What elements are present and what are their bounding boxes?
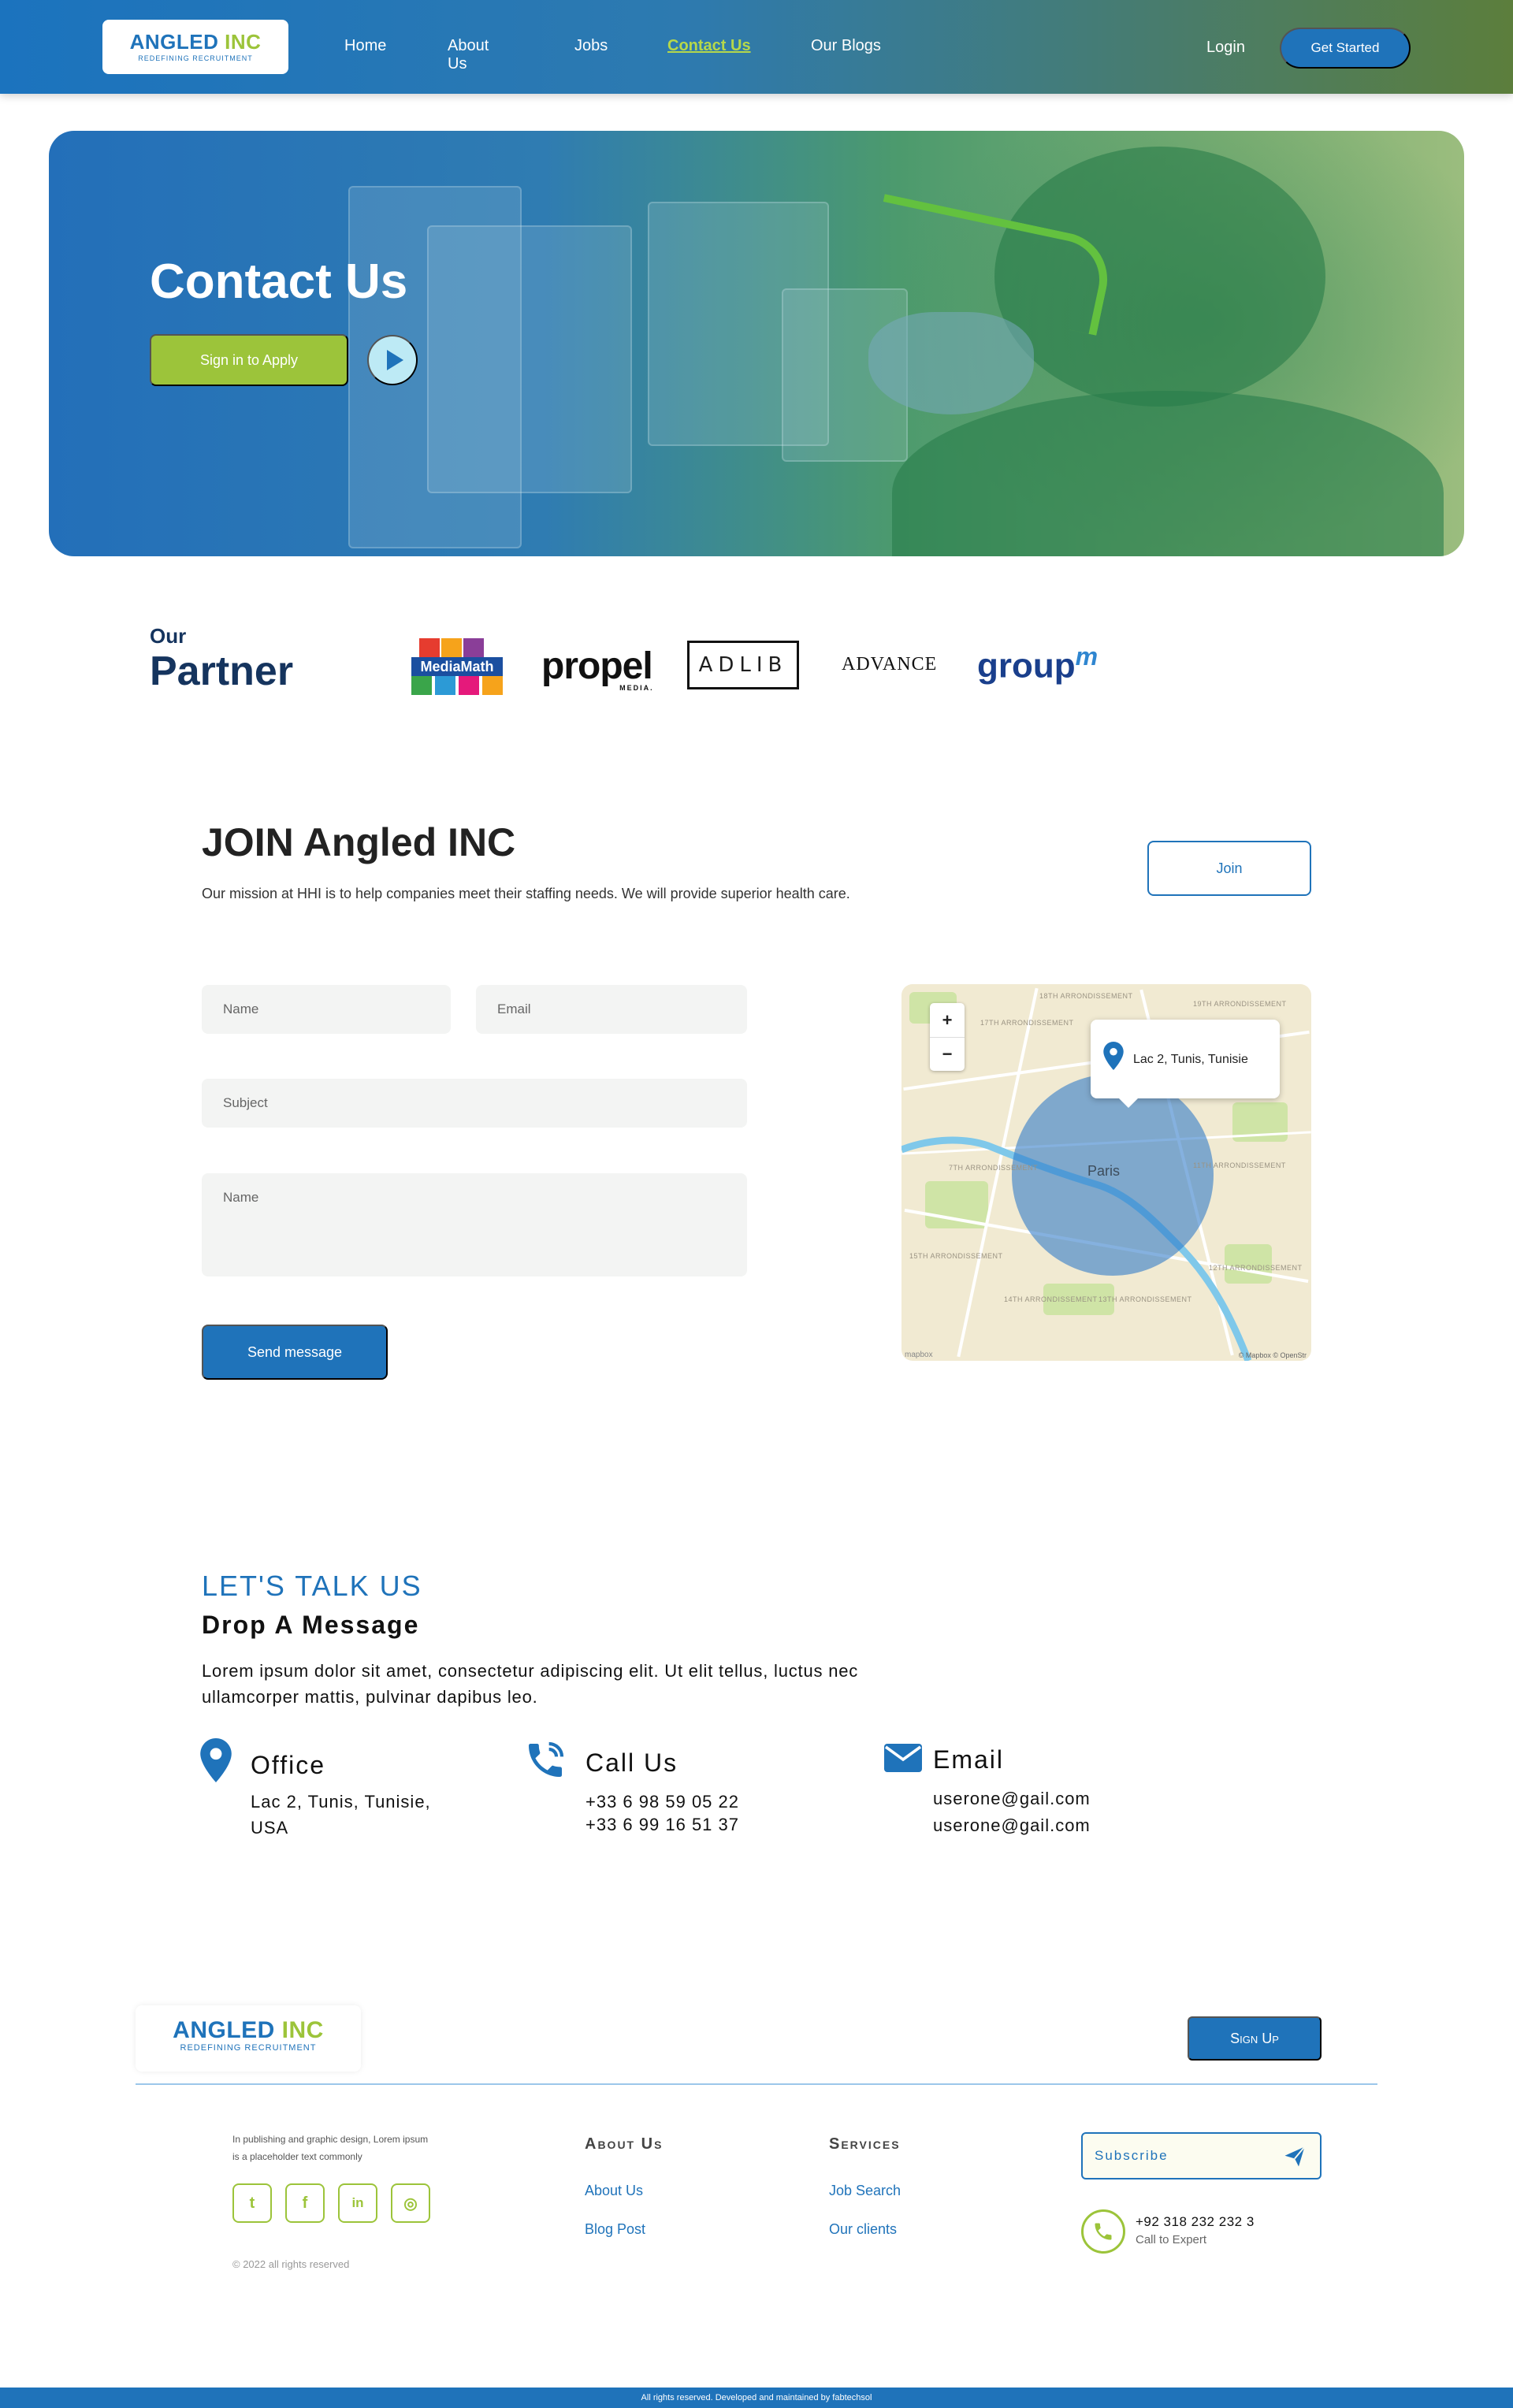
nav-about-us[interactable]: About Us: [448, 37, 489, 73]
message-textarea[interactable]: Name: [202, 1173, 747, 1276]
office-address-line1: Lac 2, Tunis, Tunisie,: [251, 1792, 431, 1812]
page-title: Contact Us: [150, 255, 408, 309]
phone-icon: [1095, 2223, 1112, 2240]
subscribe-label: Subscribe: [1095, 2148, 1169, 2163]
join-description: Our mission at HHI is to help companies …: [202, 886, 850, 901]
facebook-icon[interactable]: f: [285, 2183, 325, 2223]
location-map[interactable]: Paris 18TH ARRONDISSEMENT 17TH ARRONDISS…: [901, 984, 1311, 1361]
mapbox-logo: mapbox: [905, 1351, 933, 1359]
envelope-icon: [884, 1744, 922, 1772]
map-city-label: Paris: [1087, 1163, 1121, 1179]
footer-link-job-search[interactable]: Job Search: [829, 2183, 901, 2199]
office-title: Office: [251, 1751, 325, 1779]
nav-contact-us[interactable]: Contact Us: [667, 37, 751, 55]
sign-in-to-apply-button[interactable]: Sign in to Apply: [150, 334, 348, 386]
login-link[interactable]: Login: [1206, 39, 1245, 57]
hero-photo-mask: [868, 312, 1034, 414]
map-district-label: 12TH ARRONDISSEMENT: [1209, 1264, 1303, 1272]
talk-description: Lorem ipsum dolor sit amet, consectetur …: [202, 1661, 859, 1707]
map-popup-address: Lac 2, Tunis, Tunisie: [1133, 1053, 1248, 1066]
footer-logo[interactable]: ANGLED INC REDEFINING RECRUITMENT: [136, 2005, 361, 2072]
footer-phone-number[interactable]: +92 318 232 232 3: [1136, 2214, 1255, 2230]
join-title: JOIN Angled INC: [202, 820, 516, 864]
footer-services-heading: Services: [829, 2135, 901, 2153]
send-message-button[interactable]: Send message: [202, 1325, 388, 1380]
bottom-credit-bar: All rights reserved. Developed and maint…: [0, 2388, 1513, 2408]
email-address-2[interactable]: userone@gail.com: [933, 1812, 1091, 1839]
join-button[interactable]: Join: [1147, 841, 1311, 896]
play-icon: [386, 350, 403, 370]
partners-kicker: Our: [150, 624, 187, 648]
brand-logo-text: ANGLED INC: [129, 30, 262, 54]
partners-title: Partner: [150, 648, 294, 694]
nav-jobs[interactable]: Jobs: [574, 37, 608, 55]
map-district-label: 13TH ARRONDISSEMENT: [1099, 1295, 1192, 1303]
map-location-popup: Lac 2, Tunis, Tunisie: [1091, 1020, 1280, 1108]
nav-our-blogs[interactable]: Our Blogs: [811, 37, 881, 55]
brand-logo[interactable]: ANGLED INC REDEFINING RECRUITMENT: [102, 20, 288, 74]
map-attribution[interactable]: © Mapbox © OpenStr: [1239, 1351, 1307, 1359]
partner-logo-propel: propel MEDIA.: [541, 645, 654, 692]
call-phone-2[interactable]: +33 6 99 16 51 37: [585, 1812, 739, 1838]
footer-divider: [136, 2083, 1377, 2085]
email-title: Email: [933, 1745, 1005, 1774]
footer-logo-tagline: REDEFINING RECRUITMENT: [180, 2043, 317, 2053]
footer-link-blog-post[interactable]: Blog Post: [585, 2221, 645, 2238]
footer-logo-text: ANGLED INC: [173, 2017, 324, 2043]
call-title: Call Us: [585, 1748, 678, 1777]
footer-link-our-clients[interactable]: Our clients: [829, 2221, 897, 2238]
partner-logo-advance: ADVANCE: [842, 654, 938, 674]
email-input[interactable]: Email: [476, 985, 747, 1034]
play-video-button[interactable]: [367, 335, 418, 385]
map-district-label: 14TH ARRONDISSEMENT: [1004, 1295, 1098, 1303]
map-district-label: 18TH ARRONDISSEMENT: [1039, 992, 1133, 1000]
map-zoom-control: + −: [930, 1003, 965, 1071]
email-address-1[interactable]: userone@gail.com: [933, 1786, 1091, 1812]
phone-circle-icon: [1081, 2209, 1125, 2254]
map-district-label: 19TH ARRONDISSEMENT: [1193, 1000, 1287, 1008]
talk-kicker: LET'S TALK US: [202, 1570, 422, 1602]
hero-banner: Contact Us Sign in to Apply: [49, 131, 1464, 556]
instagram-icon[interactable]: ◎: [391, 2183, 430, 2223]
subject-input[interactable]: Subject: [202, 1079, 747, 1128]
office-address-line2: USA: [251, 1818, 289, 1838]
footer-about-heading: About Us: [585, 2135, 664, 2153]
hero-bg-monitor: [427, 225, 632, 493]
location-pin-icon: [1103, 1042, 1124, 1070]
map-zoom-out-button[interactable]: −: [930, 1037, 965, 1071]
location-pin-icon: [200, 1738, 232, 1782]
linkedin-icon[interactable]: in: [338, 2183, 377, 2223]
brand-tagline: REDEFINING RECRUITMENT: [138, 54, 253, 62]
footer-link-about-us[interactable]: About Us: [585, 2183, 643, 2199]
map-zoom-in-button[interactable]: +: [930, 1003, 965, 1037]
top-navbar: ANGLED INC REDEFINING RECRUITMENT Home A…: [0, 0, 1513, 94]
name-input[interactable]: Name: [202, 985, 451, 1034]
send-icon[interactable]: [1283, 2145, 1307, 2168]
map-district-label: 17TH ARRONDISSEMENT: [980, 1019, 1074, 1027]
talk-title: Drop A Message: [202, 1611, 420, 1639]
footer-about-text: In publishing and graphic design, Lorem …: [232, 2134, 429, 2162]
subscribe-field[interactable]: Subscribe: [1081, 2132, 1322, 2179]
twitter-icon[interactable]: t: [232, 2183, 272, 2223]
partner-logo-adlib: ADLIB: [687, 641, 799, 689]
map-district-label: 11TH ARRONDISSEMENT: [1193, 1161, 1286, 1169]
copyright-text: © 2022 all rights reserved: [232, 2258, 350, 2270]
get-started-button[interactable]: Get Started: [1280, 28, 1411, 69]
partner-logo-mediamath: MediaMath: [411, 638, 503, 695]
sign-up-button[interactable]: Sign Up: [1188, 2016, 1322, 2061]
phone-icon: [529, 1741, 564, 1777]
nav-home[interactable]: Home: [344, 37, 386, 55]
map-district-label: 15TH ARRONDISSEMENT: [909, 1252, 1003, 1260]
map-district-label: 7TH ARRONDISSEMENT: [949, 1164, 1039, 1172]
partner-logo-groupm: groupm: [977, 642, 1099, 686]
footer-phone-caption: Call to Expert: [1136, 2233, 1207, 2246]
